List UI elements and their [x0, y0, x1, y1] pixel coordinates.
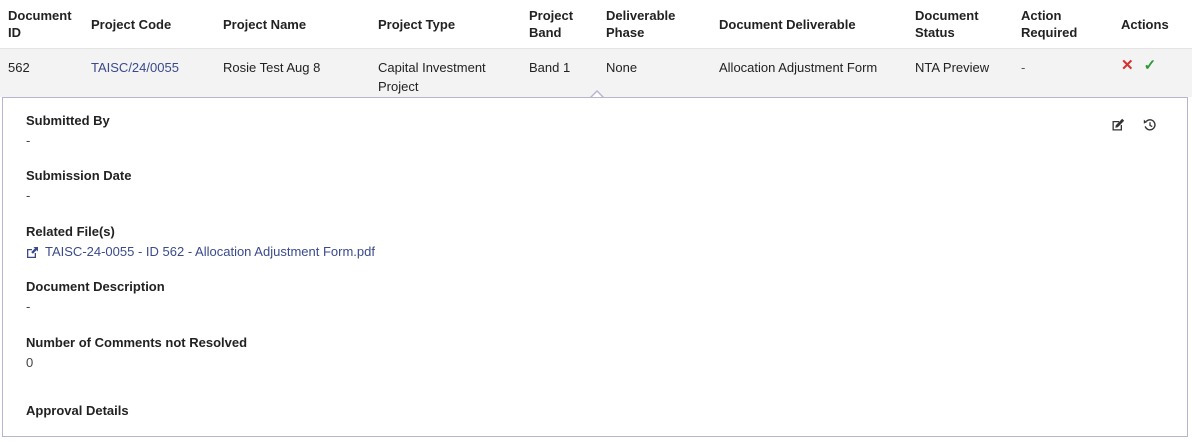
header-action-required[interactable]: Action Required — [1013, 0, 1113, 49]
document-details-panel: Submitted By - Submission Date - Related… — [2, 97, 1188, 437]
panel-actions — [1111, 118, 1157, 132]
table-header-row: Document ID Project Code Project Name Pr… — [0, 0, 1192, 49]
field-submitted-by: Submitted By - — [26, 112, 110, 150]
cell-document-id: 562 — [8, 60, 30, 75]
cell-action-required: - — [1021, 60, 1026, 75]
external-link-icon — [27, 246, 38, 258]
header-actions: Actions — [1113, 0, 1192, 49]
field-approval-details: Approval Details — [26, 402, 129, 420]
header-document-id[interactable]: Document ID — [0, 0, 83, 49]
project-code-link[interactable]: TAISC/24/0055 — [91, 49, 207, 77]
cell-deliverable-phase: None — [606, 60, 638, 75]
field-submission-date: Submission Date - — [26, 167, 131, 205]
header-document-status[interactable]: Document Status — [907, 0, 1013, 49]
submitted-by-label: Submitted By — [26, 113, 110, 128]
submission-date-label: Submission Date — [26, 168, 132, 183]
approval-details-label: Approval Details — [26, 403, 129, 418]
document-description-value: - — [26, 299, 31, 314]
check-icon[interactable]: ✓ — [1144, 58, 1157, 73]
header-project-code[interactable]: Project Code — [83, 0, 215, 49]
header-project-band[interactable]: Project Band — [521, 0, 598, 49]
submitted-by-value: - — [26, 133, 31, 148]
header-deliverable-phase[interactable]: Deliverable Phase — [598, 0, 711, 49]
cell-project-band: Band 1 — [529, 60, 571, 75]
related-file-name[interactable]: TAISC-24-0055 - ID 562 - Allocation Adju… — [45, 243, 375, 261]
field-document-description: Document Description - — [26, 278, 165, 316]
document-description-label: Document Description — [26, 279, 165, 294]
comments-not-resolved-value: 0 — [26, 355, 34, 370]
row-actions: ✕ ✓ — [1121, 49, 1184, 73]
header-project-name[interactable]: Project Name — [215, 0, 370, 49]
edit-icon[interactable] — [1111, 118, 1125, 132]
close-icon[interactable]: ✕ — [1121, 58, 1134, 73]
header-document-deliverable[interactable]: Document Deliverable — [711, 0, 907, 49]
history-icon[interactable] — [1143, 118, 1157, 132]
cell-document-status: NTA Preview — [915, 60, 990, 75]
cell-project-name: Rosie Test Aug 8 — [223, 60, 321, 75]
comments-not-resolved-label: Number of Comments not Resolved — [26, 335, 248, 350]
related-files-label: Related File(s) — [26, 224, 115, 239]
expand-caret-inner — [592, 92, 602, 97]
cell-project-type: Capital Investment Project — [378, 60, 486, 94]
field-related-files: Related File(s) TAISC-24-0055 - ID 562 -… — [26, 223, 375, 261]
submission-date-value: - — [26, 188, 31, 203]
related-file-link[interactable]: TAISC-24-0055 - ID 562 - Allocation Adju… — [26, 243, 375, 261]
document-list: Document ID Project Code Project Name Pr… — [0, 0, 1192, 442]
field-comments-not-resolved: Number of Comments not Resolved 0 — [26, 334, 247, 372]
documents-table: Document ID Project Code Project Name Pr… — [0, 0, 1192, 97]
cell-document-deliverable: Allocation Adjustment Form — [719, 60, 878, 75]
header-project-type[interactable]: Project Type — [370, 0, 521, 49]
